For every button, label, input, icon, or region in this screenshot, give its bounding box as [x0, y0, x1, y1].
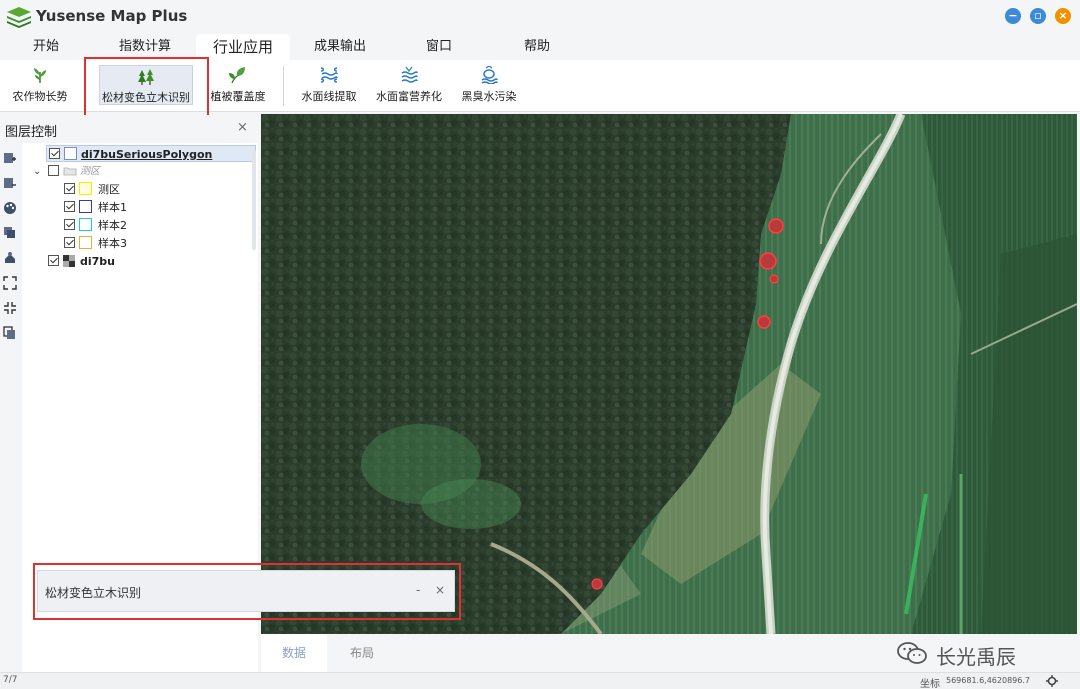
tab-data[interactable]: 数据 — [261, 634, 327, 672]
copy-layer-icon[interactable] — [3, 326, 17, 340]
layer-label: 测区 — [98, 183, 120, 196]
layer-side-toolbar — [0, 143, 22, 672]
settings-icon[interactable] — [1046, 675, 1058, 687]
satellite-imagery — [261, 114, 1077, 634]
app-title: Yusense Map Plus — [36, 7, 188, 25]
waterline-extract-button[interactable]: 水面线提取 — [296, 60, 362, 110]
remove-layer-icon[interactable] — [3, 176, 17, 190]
chevron-down-icon[interactable]: ⌄ — [33, 163, 41, 180]
layer-row-sample-1[interactable]: 样本1 — [62, 199, 252, 216]
expand-extent-icon[interactable] — [3, 276, 17, 290]
layer-checkbox[interactable] — [64, 237, 75, 248]
layer-swatch — [79, 236, 92, 249]
layer-panel-header: 图层控制 × — [0, 115, 258, 143]
tool-highlight-frame — [84, 57, 209, 119]
layer-group-survey-area[interactable]: ⌄ 测区 — [30, 163, 256, 180]
vegetation-cover-label: 植被覆盖度 — [210, 90, 266, 103]
raster-layer-icon — [63, 255, 75, 267]
bottom-tab-bar: 数据 布局 长光禹辰 — [261, 634, 1077, 672]
layer-label: 样本1 — [98, 201, 127, 214]
crop-growth-label: 农作物长势 — [12, 90, 68, 103]
minimize-window-button[interactable]: − — [1005, 8, 1021, 24]
popup-highlight-frame — [33, 563, 461, 620]
layer-label: di7buSeriousPolygon — [81, 148, 213, 161]
maximize-window-button[interactable]: ▫ — [1030, 8, 1046, 24]
layer-tree: di7buSeriousPolygon ⌄ 测区 测区 样本1 样本2 样本3 … — [30, 143, 258, 563]
group-folder-icon — [63, 167, 77, 176]
palette-icon[interactable] — [3, 201, 17, 215]
status-coord-label: 坐标 — [920, 679, 940, 689]
layer-row-sample-2[interactable]: 样本2 — [62, 217, 252, 234]
tab-window[interactable]: 窗口 — [412, 34, 466, 60]
layer-label: di7bu — [80, 255, 116, 268]
layer-label: 样本3 — [98, 237, 127, 250]
map-view[interactable] — [261, 114, 1077, 634]
style-icon[interactable] — [3, 251, 17, 265]
waterline-extract-label: 水面线提取 — [301, 90, 357, 103]
black-odorous-water-label: 黑臭水污染 — [461, 90, 517, 103]
title-bar: Yusense Map Plus − ▫ × — [0, 0, 1080, 34]
vegetation-cover-button[interactable]: 植被覆盖度 — [205, 60, 271, 110]
tab-start[interactable]: 开始 — [18, 34, 74, 60]
layer-swatch — [79, 218, 92, 231]
eutrophication-label: 水面富营养化 — [376, 90, 442, 103]
crop-growth-button[interactable]: 农作物长势 — [8, 60, 72, 110]
layer-row-di7bu[interactable]: di7bu — [46, 253, 246, 270]
tab-help[interactable]: 帮助 — [510, 34, 564, 60]
layer-checkbox[interactable] — [48, 255, 59, 266]
layer-checkbox[interactable] — [64, 219, 75, 230]
close-window-button[interactable]: × — [1055, 8, 1071, 24]
layer-label: 样本2 — [98, 219, 127, 232]
app-logo-icon — [7, 7, 31, 28]
ribbon-separator — [283, 66, 284, 106]
layer-checkbox[interactable] — [49, 148, 60, 159]
status-page-count: 7/7 — [3, 675, 18, 685]
layer-row-survey-area[interactable]: 测区 — [62, 181, 252, 198]
layer-label: 测区 — [80, 166, 100, 177]
tab-industry-apps[interactable]: 行业应用 — [196, 34, 290, 60]
layers-icon[interactable] — [3, 226, 17, 240]
watermark-text: 长光禹辰 — [936, 645, 1016, 669]
shrink-extent-icon[interactable] — [3, 301, 17, 315]
status-bar: 7/7 坐标 569681.6,4620896.7 — [0, 672, 1080, 689]
waterline-icon — [320, 67, 338, 83]
layer-swatch — [64, 147, 77, 160]
wechat-icon — [897, 642, 927, 664]
layer-swatch — [79, 182, 92, 195]
layer-checkbox[interactable] — [64, 183, 75, 194]
crop-growth-icon — [34, 68, 46, 83]
layer-row-serious-polygon[interactable]: di7buSeriousPolygon — [46, 145, 256, 162]
layer-tree-scrollbar[interactable] — [252, 150, 256, 250]
add-layer-icon[interactable] — [3, 151, 17, 165]
layer-panel-close-button[interactable]: × — [237, 120, 248, 135]
app-window: Yusense Map Plus − ▫ × 开始 指数计算 行业应用 成果输出… — [0, 0, 1080, 689]
layer-swatch — [79, 200, 92, 213]
eutrophication-button[interactable]: 水面富营养化 — [372, 60, 446, 110]
layer-checkbox[interactable] — [64, 201, 75, 212]
tab-output[interactable]: 成果输出 — [302, 34, 378, 60]
layer-row-sample-3[interactable]: 样本3 — [62, 235, 252, 252]
status-coord-value: 569681.6,4620896.7 — [946, 676, 1030, 685]
vegetation-leaf-icon — [229, 67, 245, 84]
layer-checkbox[interactable] — [48, 165, 59, 176]
black-odorous-water-button[interactable]: 黑臭水污染 — [456, 60, 522, 110]
eutrophication-icon — [401, 66, 418, 83]
water-pollution-icon — [481, 66, 498, 84]
tab-layout[interactable]: 布局 — [329, 634, 395, 672]
layer-panel-title: 图层控制 — [5, 125, 58, 140]
